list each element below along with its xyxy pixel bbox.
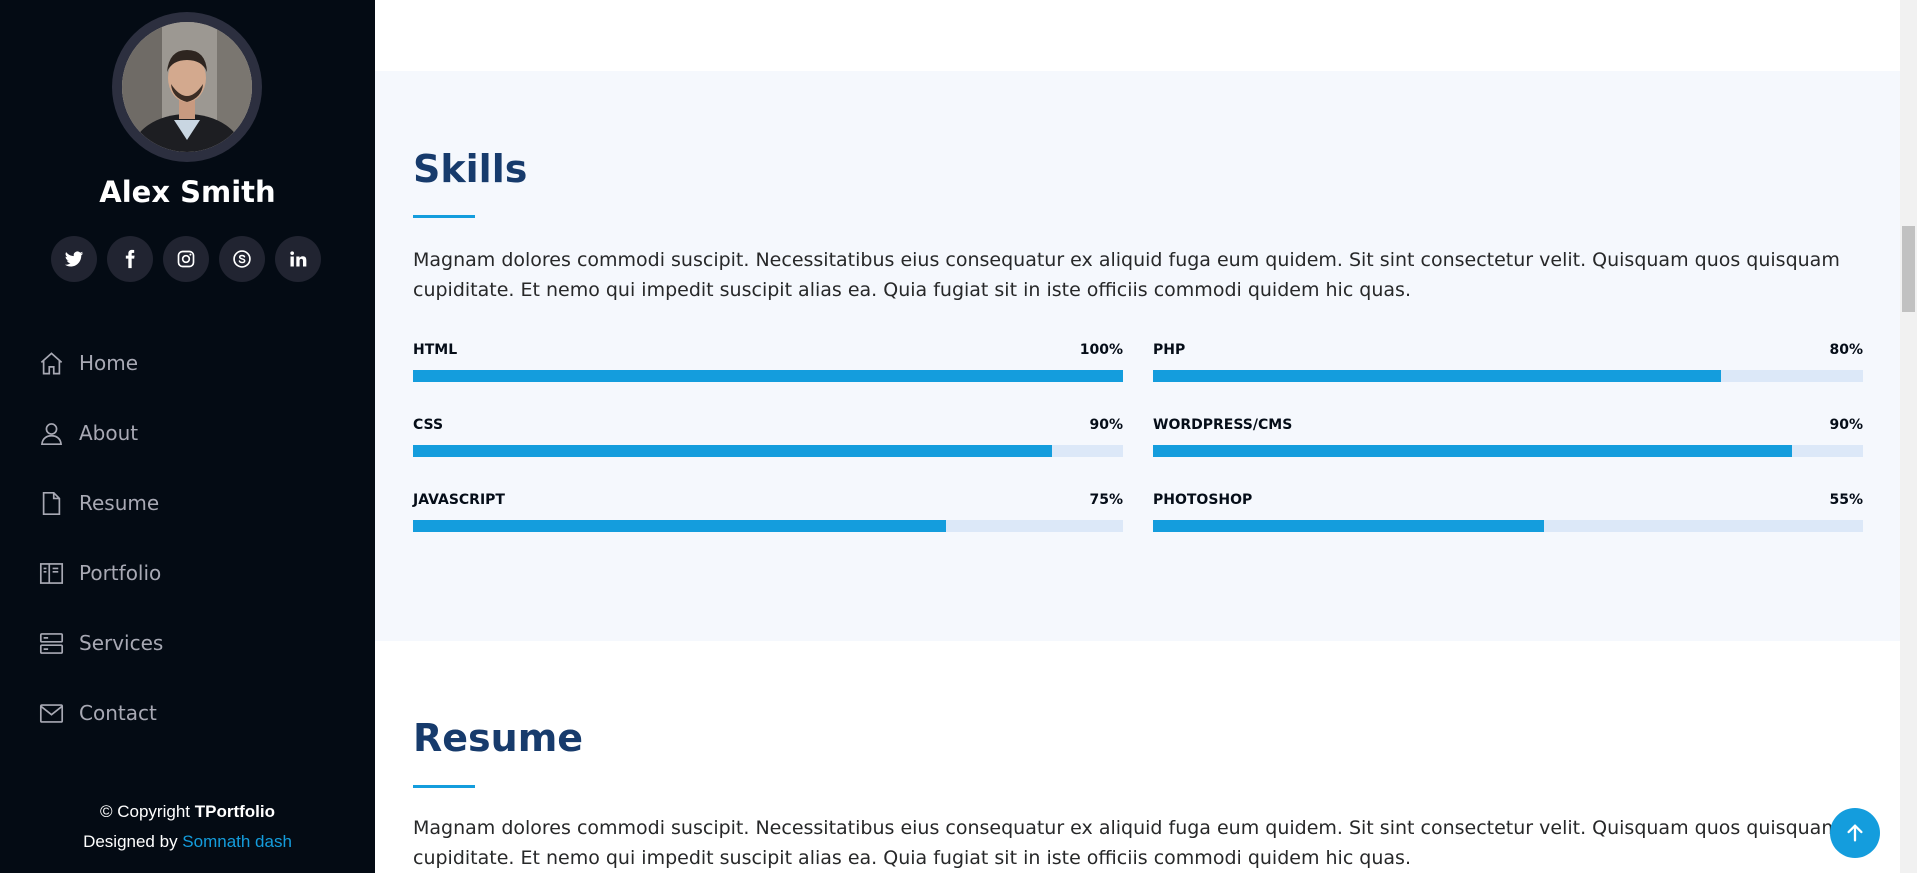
- skill-item: PHP 80%: [1153, 342, 1863, 382]
- skill-name: PHOTOSHOP: [1153, 492, 1253, 508]
- resume-description: Magnam dolores commodi suscipit. Necessi…: [413, 817, 1840, 869]
- skype-link[interactable]: [219, 236, 265, 282]
- skill-progress: [413, 520, 1123, 532]
- credits-prefix: Designed by: [83, 832, 183, 851]
- facebook-link[interactable]: [107, 236, 153, 282]
- skill-value: 90%: [1089, 417, 1123, 433]
- skill-item: PHOTOSHOP 55%: [1153, 492, 1863, 532]
- credits: Designed by Somnath dash: [0, 832, 375, 852]
- resume-title-underline: [413, 785, 475, 788]
- skills-title-underline: [413, 215, 475, 218]
- skill-value: 80%: [1829, 342, 1863, 358]
- skills-section: Skills Magnam dolores commodi suscipit. …: [375, 71, 1900, 641]
- skill-name: CSS: [413, 417, 444, 433]
- skill-progress: [1153, 445, 1863, 457]
- skill-name: HTML: [413, 342, 458, 358]
- nav-item-services[interactable]: Services: [38, 608, 163, 678]
- skill-progress-fill: [413, 370, 1123, 382]
- linkedin-link[interactable]: [275, 236, 321, 282]
- sidebar-footer: © Copyright TPortfolio Designed by Somna…: [0, 802, 375, 852]
- nav-item-resume[interactable]: Resume: [38, 468, 163, 538]
- copyright: © Copyright TPortfolio: [0, 802, 375, 822]
- skill-item: WORDPRESS/CMS 90%: [1153, 417, 1863, 457]
- skill-progress: [1153, 370, 1863, 382]
- twitter-link[interactable]: [51, 236, 97, 282]
- scrollbar[interactable]: [1900, 0, 1917, 873]
- arrow-up-icon: [1847, 824, 1863, 842]
- skill-name: PHP: [1153, 342, 1186, 358]
- facebook-icon: [125, 249, 135, 269]
- file-icon: [42, 491, 61, 515]
- instagram-link[interactable]: [163, 236, 209, 282]
- skill-value: 75%: [1089, 492, 1123, 508]
- person-icon: [41, 422, 62, 445]
- social-links: [51, 236, 321, 282]
- skill-name: JAVASCRIPT: [413, 492, 505, 508]
- copyright-brand: TPortfolio: [194, 802, 275, 821]
- skill-progress-fill: [1153, 445, 1792, 457]
- nav-item-contact[interactable]: Contact: [38, 678, 163, 748]
- nav-label-resume: Resume: [79, 491, 160, 515]
- skill-item: HTML 100%: [413, 342, 1123, 382]
- resume-title: Resume: [413, 716, 584, 760]
- skill-progress-fill: [413, 445, 1052, 457]
- profile-name: Alex Smith: [99, 175, 276, 209]
- nav-label-home: Home: [79, 351, 139, 375]
- book-icon: [39, 562, 64, 584]
- skill-item: CSS 90%: [413, 417, 1123, 457]
- home-icon: [40, 351, 63, 374]
- main-content: Skills Magnam dolores commodi suscipit. …: [375, 0, 1900, 873]
- skill-progress: [413, 445, 1123, 457]
- skill-progress-fill: [1153, 520, 1544, 532]
- skill-progress-fill: [1153, 370, 1721, 382]
- envelope-icon: [39, 703, 64, 723]
- copyright-prefix: © Copyright: [100, 802, 195, 821]
- back-to-top-button[interactable]: [1830, 808, 1880, 858]
- linkedin-icon: [290, 251, 307, 267]
- avatar: [112, 12, 262, 162]
- nav-label-portfolio: Portfolio: [79, 561, 162, 585]
- instagram-icon: [177, 250, 195, 268]
- skill-item: JAVASCRIPT 75%: [413, 492, 1123, 532]
- skill-name: WORDPRESS/CMS: [1153, 417, 1293, 433]
- profile-photo: [122, 22, 252, 152]
- sidebar: Alex Smith Home About Resume Portfolio S…: [0, 0, 375, 873]
- nav-menu: Home About Resume Portfolio Services Con…: [38, 328, 163, 748]
- designer-link[interactable]: Somnath dash: [182, 832, 292, 851]
- nav-item-about[interactable]: About: [38, 398, 163, 468]
- skype-icon: [233, 250, 251, 268]
- skill-value: 90%: [1829, 417, 1863, 433]
- skills-title: Skills: [413, 147, 528, 191]
- server-icon: [39, 632, 64, 654]
- nav-item-home[interactable]: Home: [38, 328, 163, 398]
- skill-progress-fill: [413, 520, 946, 532]
- nav-item-portfolio[interactable]: Portfolio: [38, 538, 163, 608]
- nav-label-about: About: [79, 421, 139, 445]
- skill-value: 55%: [1829, 492, 1863, 508]
- skills-description: Magnam dolores commodi suscipit. Necessi…: [413, 249, 1840, 301]
- twitter-icon: [64, 251, 84, 267]
- skill-progress: [1153, 520, 1863, 532]
- nav-label-services: Services: [79, 631, 164, 655]
- nav-label-contact: Contact: [79, 701, 157, 725]
- scrollbar-thumb[interactable]: [1902, 226, 1915, 312]
- skill-progress: [413, 370, 1123, 382]
- skill-value: 100%: [1079, 342, 1123, 358]
